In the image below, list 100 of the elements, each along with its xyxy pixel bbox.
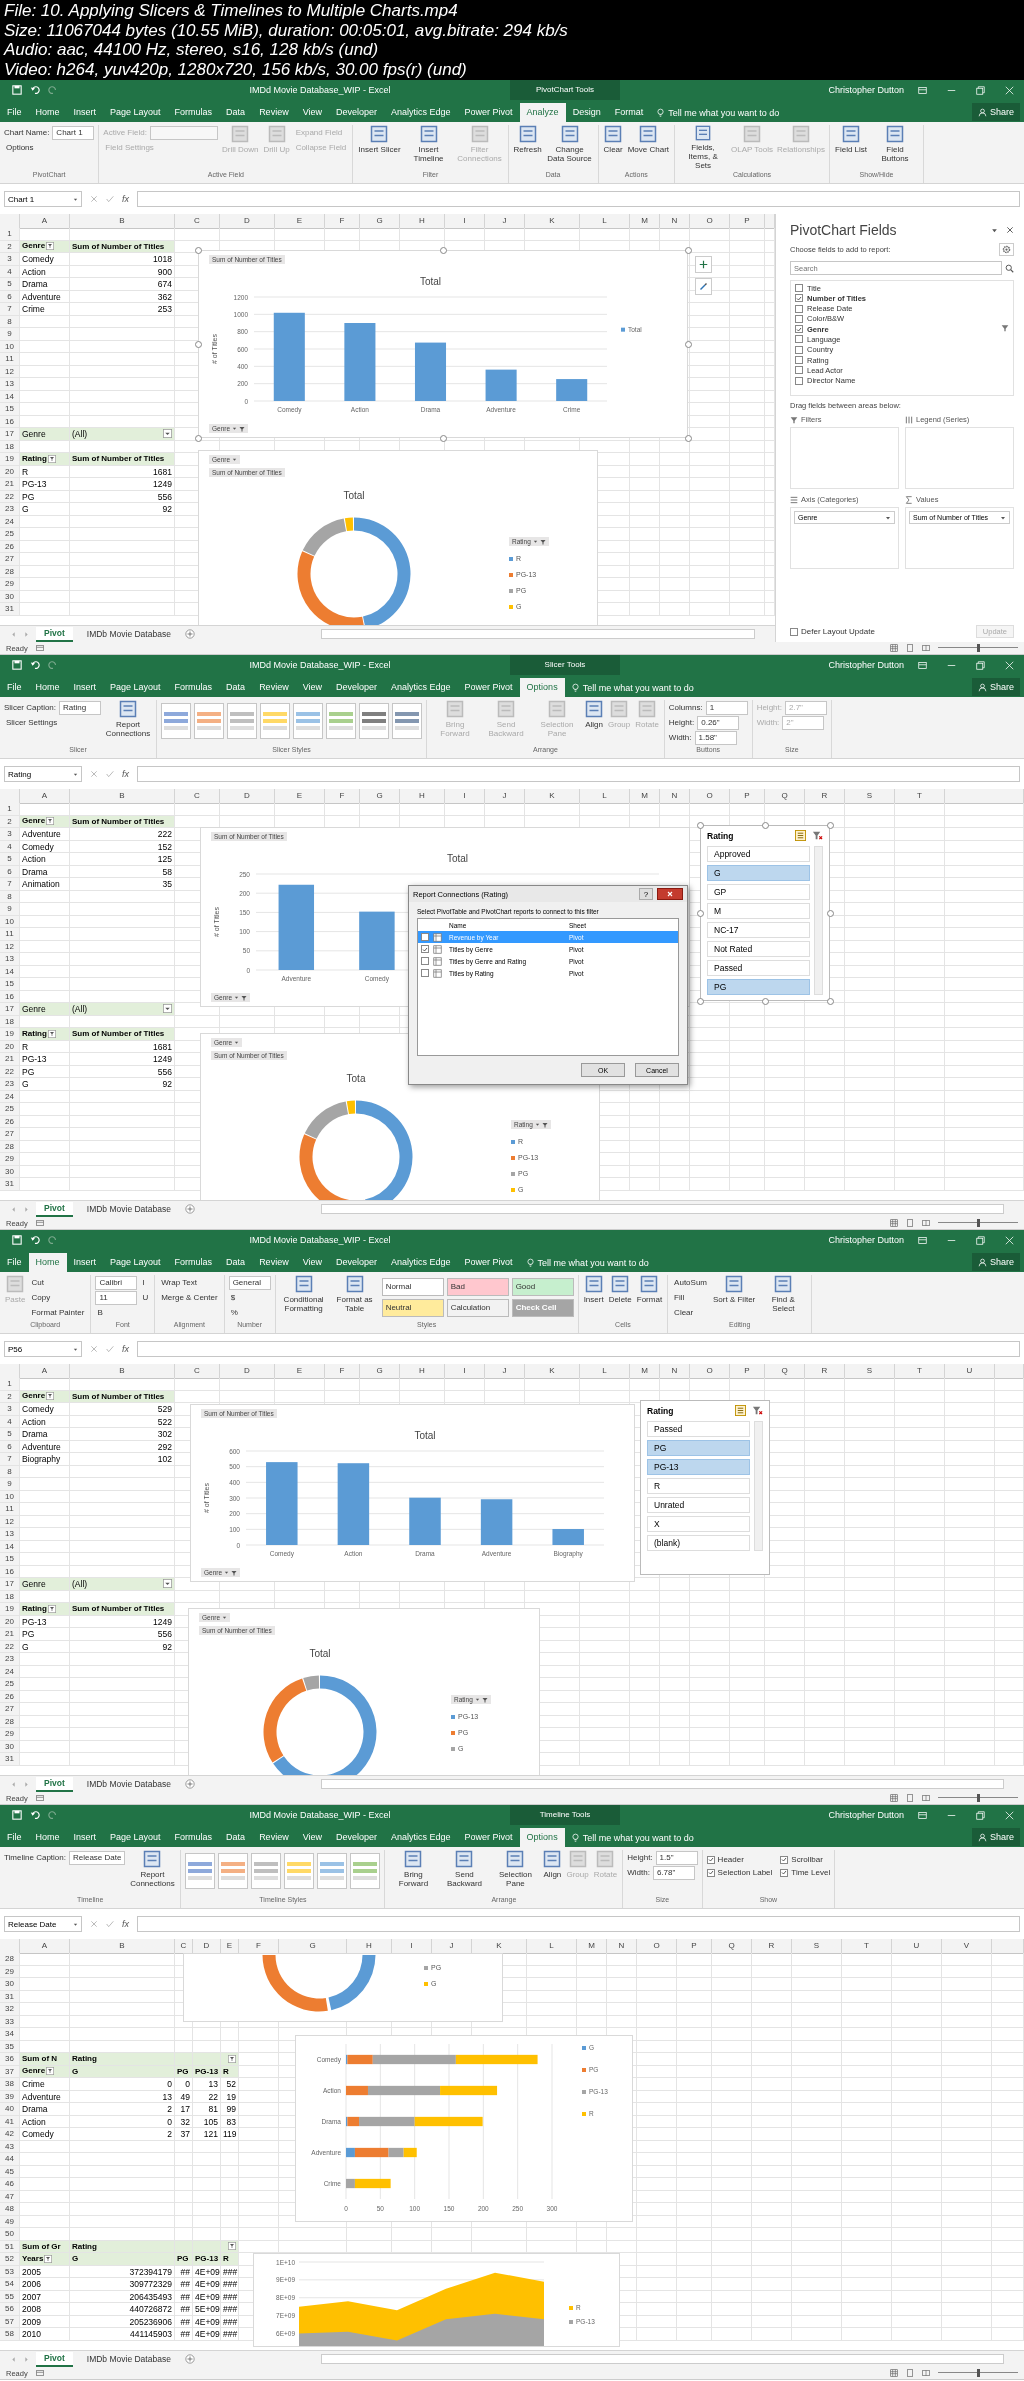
- row-number: 44: [0, 2153, 20, 2166]
- row-number: 23: [0, 1653, 20, 1666]
- table-cell: PG-13: [20, 478, 70, 491]
- table-cell: 302: [70, 1428, 175, 1441]
- table-cell: Sum of N: [20, 2053, 70, 2066]
- row-number: 3: [0, 253, 20, 266]
- window-title: IMDd Movie Database_WIP - Excel: [248, 85, 392, 95]
- table-cell: 205236906: [70, 2315, 175, 2328]
- table-cell: PG-13: [20, 1615, 70, 1628]
- table-cell: PG-13: [193, 2253, 221, 2266]
- row-number: 29: [0, 1153, 20, 1166]
- row-number: 50: [0, 2228, 20, 2241]
- row-number: 27: [0, 1128, 20, 1141]
- table-cell: G: [20, 1078, 70, 1091]
- table-cell: 32: [175, 2115, 193, 2128]
- table-cell: 81: [193, 2103, 221, 2116]
- table-cell: ##: [175, 2290, 193, 2303]
- table-cell: 121: [193, 2128, 221, 2141]
- chart-title: Total: [414, 1430, 436, 1441]
- slicer-title: Rating: [707, 830, 735, 841]
- row-number: 21: [0, 1628, 20, 1641]
- row-number: 9: [0, 903, 20, 916]
- table-cell: Animation: [20, 878, 70, 891]
- table-cell: 22: [193, 2090, 221, 2103]
- row-number: 17: [0, 428, 20, 441]
- table-cell: ###: [221, 2265, 239, 2278]
- table-cell: 99: [221, 2103, 239, 2116]
- row-number: 56: [0, 2303, 20, 2316]
- pane-title: PivotChart Fields: [790, 222, 898, 238]
- row-number: 38: [0, 2078, 20, 2091]
- table-cell: 0: [70, 2078, 175, 2091]
- row-number: 27: [0, 1703, 20, 1716]
- row-number: 42: [0, 2128, 20, 2141]
- field-label: Height:: [668, 718, 695, 727]
- table-cell: 0: [70, 2115, 175, 2128]
- row-number: 15: [0, 978, 20, 991]
- table-cell: G: [20, 1640, 70, 1653]
- field-label: Slicer Caption:: [4, 703, 57, 712]
- row-number: 13: [0, 378, 20, 391]
- info-line: Audio: aac, 44100 Hz, stereo, s16, 128 kb/s (und): [4, 40, 380, 60]
- table-cell: ##: [175, 2278, 193, 2291]
- row-number: 31: [0, 1753, 20, 1766]
- row-number: 28: [0, 1953, 20, 1966]
- table-cell: 292: [70, 1440, 175, 1453]
- table-cell: 2007: [20, 2290, 70, 2303]
- row-number: 25: [0, 1678, 20, 1691]
- table-cell: 674: [70, 278, 175, 291]
- table-cell: 362: [70, 290, 175, 303]
- table-cell: Comedy: [20, 253, 70, 266]
- row-number: 5: [0, 1428, 20, 1441]
- table-cell: ###: [221, 2303, 239, 2316]
- table-cell: 19: [221, 2090, 239, 2103]
- table-cell: PG: [20, 490, 70, 503]
- slicer-title: Rating: [647, 1405, 675, 1416]
- table-cell-text: Genre: [22, 815, 46, 827]
- row-number: 34: [0, 2028, 20, 2041]
- table-cell: PG: [20, 1065, 70, 1078]
- table-cell: 2: [70, 2128, 175, 2141]
- table-cell: 52: [221, 2078, 239, 2091]
- row-number: 25: [0, 528, 20, 541]
- table-cell: 253: [70, 303, 175, 316]
- row-number: 9: [0, 1478, 20, 1491]
- table-cell: 37: [175, 2128, 193, 2141]
- context-tab-label: Timeline Tools: [510, 1805, 620, 1825]
- row-number: 15: [0, 403, 20, 416]
- row-number: 5: [0, 278, 20, 291]
- field-label: Chart Name:: [4, 128, 50, 137]
- table-cell: Sum of Number of Titles: [70, 453, 175, 466]
- table-cell: 13: [70, 2090, 175, 2103]
- row-number: 31: [0, 603, 20, 616]
- table-cell: Adventure: [20, 1440, 70, 1453]
- table-cell: 92: [70, 1640, 175, 1653]
- table-cell: 1249: [70, 1615, 175, 1628]
- row-number: 58: [0, 2328, 20, 2341]
- table-cell: R: [221, 2253, 239, 2266]
- row-number: 27: [0, 553, 20, 566]
- table-cell: 2: [70, 2103, 175, 2116]
- chart-title: Total: [309, 1648, 331, 1659]
- table-cell: Comedy: [20, 840, 70, 853]
- row-number: 7: [0, 303, 20, 316]
- table-cell: Rating: [22, 1028, 47, 1040]
- row-number: 25: [0, 1103, 20, 1116]
- row-number: 11: [0, 928, 20, 941]
- table-cell: (All): [72, 428, 88, 440]
- row-number: 54: [0, 2278, 20, 2291]
- user-name: Christopher Dutton: [828, 85, 905, 95]
- chart-title: Total: [419, 276, 442, 287]
- table-cell: Action: [20, 2115, 70, 2128]
- row-number: 21: [0, 1053, 20, 1066]
- table-cell: 900: [70, 265, 175, 278]
- table-cell: Adventure: [20, 2090, 70, 2103]
- window-title: IMDd Movie Database_WIP - Excel: [248, 660, 392, 670]
- table-cell: 222: [70, 828, 175, 841]
- table-cell: Biography: [20, 1453, 70, 1466]
- field-label: Height:: [756, 703, 782, 712]
- checkbox-label: Header: [717, 1855, 744, 1864]
- table-cell: G: [20, 503, 70, 516]
- row-number: 11: [0, 1503, 20, 1516]
- table-cell: Comedy: [20, 1403, 70, 1416]
- table-cell-text: Genre: [22, 2065, 46, 2077]
